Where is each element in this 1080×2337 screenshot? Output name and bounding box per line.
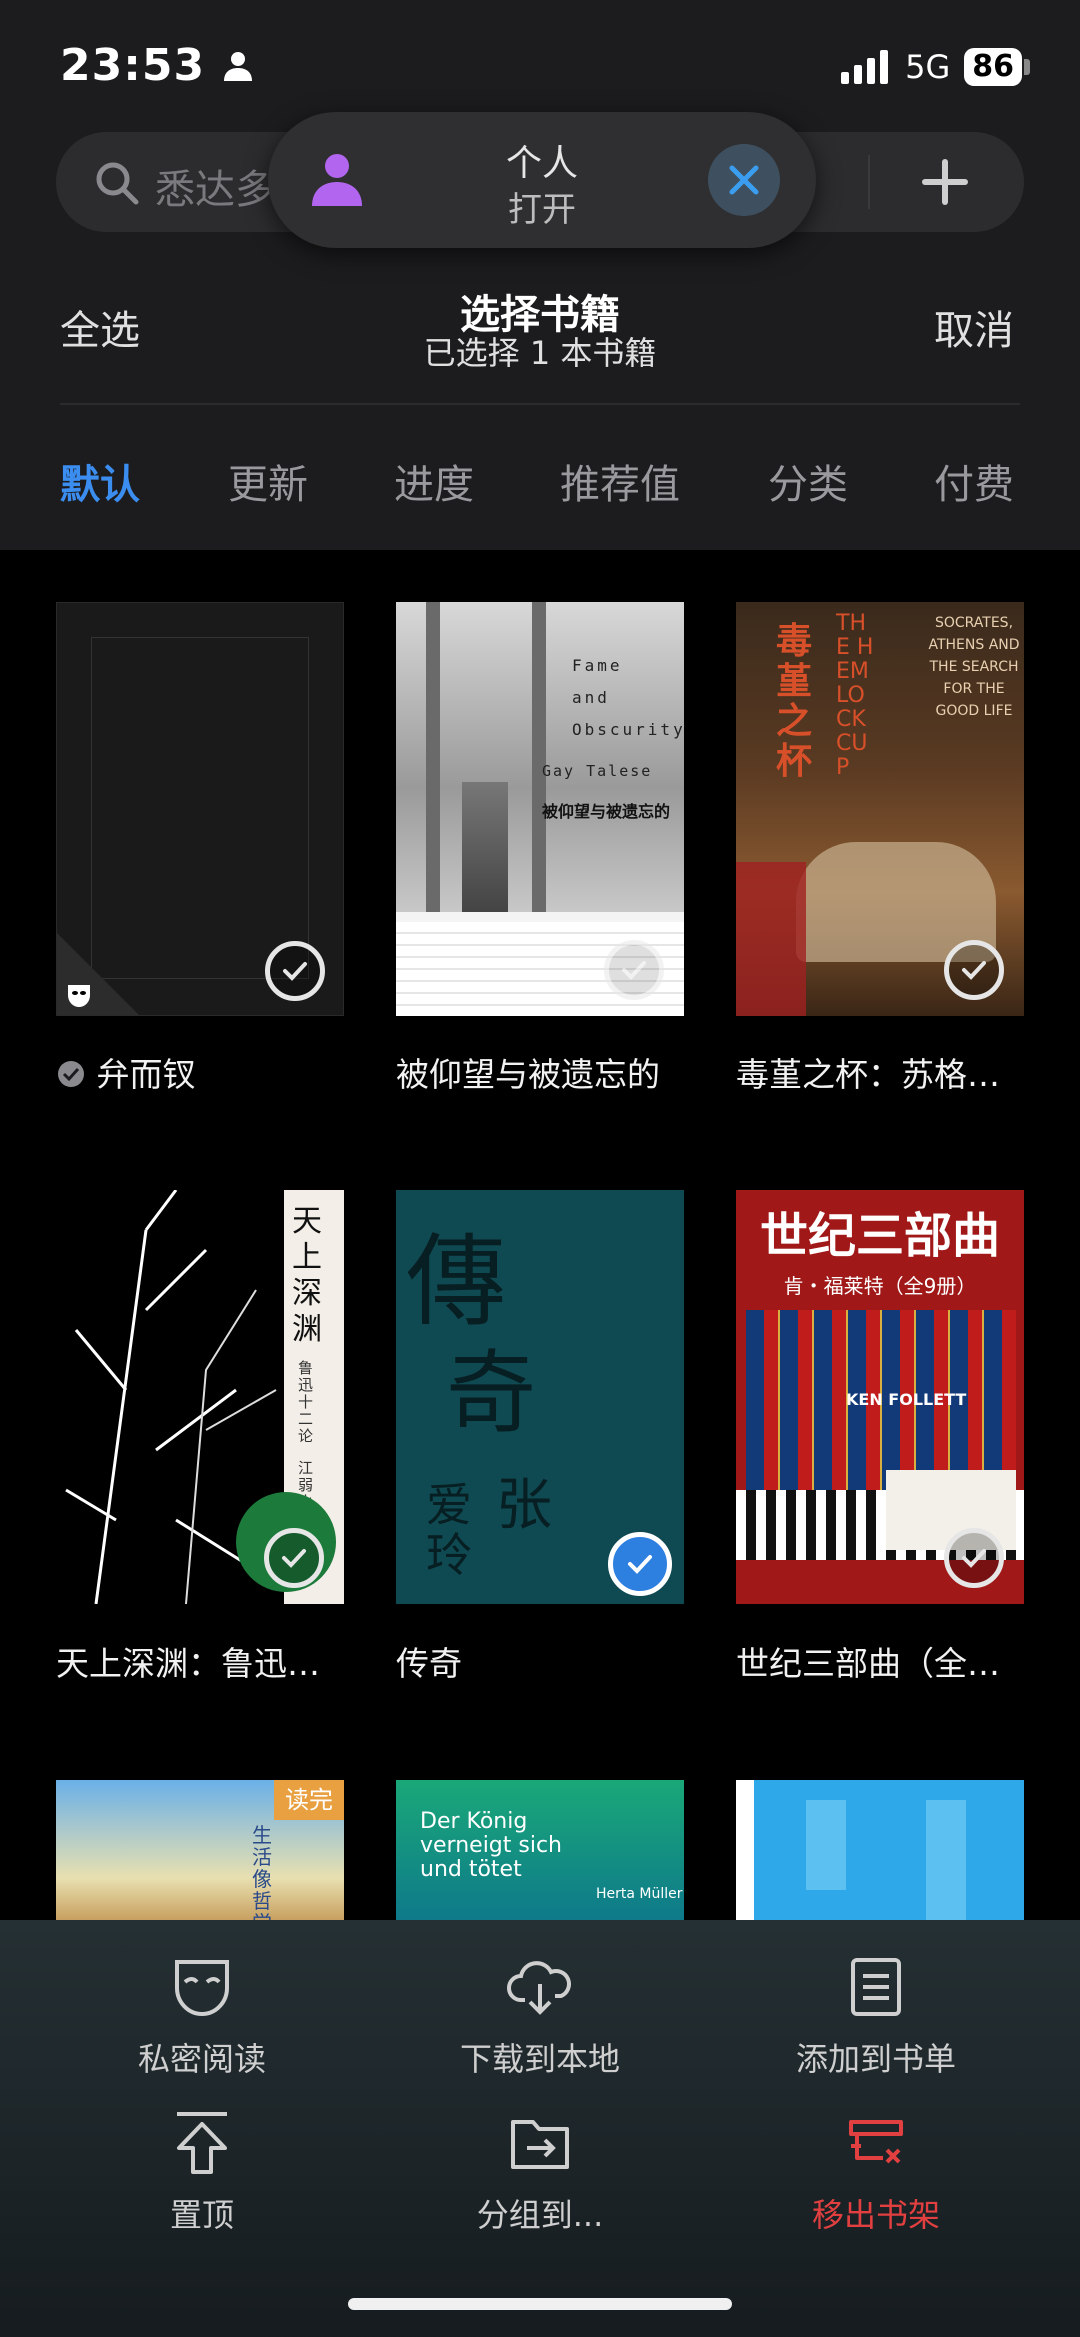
finished-badge: 读完 [274,1780,344,1820]
select-checkbox[interactable] [944,940,1004,1000]
cover-title-cn: 毒堇之杯 [776,621,813,782]
remove-from-shelf-button[interactable]: 移出书架 [736,2108,1016,2236]
search-input[interactable]: 悉达多 [155,157,275,215]
cover-subtitle: 鲁迅十二论 [298,1359,314,1445]
book-cover-1[interactable] [56,602,344,1016]
cover-title-en: Fame and Obscurity [572,656,684,739]
tab-recommend[interactable]: 推荐值 [560,452,680,510]
cover-author: Gay Talese [542,762,653,780]
book-title-2[interactable]: 被仰望与被遗忘的 [396,1048,660,1096]
cover-shape-2 [926,1800,966,1920]
book-title-6[interactable]: 世纪三部曲（全… [736,1637,1000,1685]
add-button[interactable] [900,140,990,224]
book-cover-5[interactable]: 傳 奇 张 爱玲 [396,1190,684,1604]
book-cover-4[interactable]: 天上深渊 鲁迅十二论 江弱水 [56,1190,344,1604]
book-cover-3[interactable]: 毒堇之杯 THE HEMLOCK CUP SOCRATES, ATHENS AN… [736,602,1024,1016]
painting-robe [736,862,806,1016]
network-type: 5G [905,48,951,86]
select-checkbox[interactable] [944,1528,1004,1588]
book-title-3[interactable]: 毒堇之杯：苏格… [736,1048,1000,1096]
cover-author: Herta Müller [596,1886,683,1902]
search-icon [96,162,139,205]
cover-color-block [754,1780,1024,1920]
cover-author-2: 爱玲 [426,1478,472,1582]
selection-count: 已选择 1 本书籍 [423,334,657,372]
cover-title-en: THE HEMLOCK CUP [836,611,874,780]
select-checkbox[interactable] [604,940,664,1000]
tab-category[interactable]: 分类 [768,452,848,510]
book-title-5[interactable]: 传奇 [396,1637,462,1685]
booklist-icon [851,1958,901,2016]
mask-icon [175,1960,229,2017]
cover-title-cn: 生活 像哲学家一样 [252,1823,272,1920]
cover-author: 肯・福莱特（全9册） [783,1274,977,1298]
book-cover-2[interactable]: Fame and Obscurity Gay Talese 被仰望与被遗忘的 [396,602,684,1016]
select-checkbox[interactable] [264,1528,324,1588]
pin-top-icon [177,2112,227,2174]
cover-frame [91,637,309,979]
tab-progress[interactable]: 进度 [394,452,474,510]
focus-close-button[interactable] [708,144,780,216]
header-divider [60,403,1020,405]
cover-title-en: Der König verneigt sich und tötet [420,1809,563,1882]
cover-title-cn: 世纪三部曲 [759,1208,1000,1264]
bridge-road [462,782,508,912]
download-local-button[interactable]: 下载到本地 [400,1952,680,2080]
search-divider [868,155,870,209]
cover-title-cn: 被仰望与被遗忘的 [542,802,671,821]
cover-subtitle-en: SOCRATES, ATHENS AND THE SEARCH FOR THE … [928,615,1020,719]
cover-title-2: 奇 [446,1341,536,1446]
signal-icon [841,50,889,84]
book-cover-8[interactable]: Der König verneigt sich und tötet Herta Mü… [396,1780,684,1920]
folder-move-icon [511,2120,569,2169]
status-indicators: 5G 86 [841,48,1030,86]
status-time: 23:53 [60,40,255,91]
book-cover-9[interactable] [736,1780,1024,1920]
private-read-button[interactable]: 私密阅读 [62,1952,342,2080]
book-title-1[interactable]: 弁而钗 [56,1048,196,1096]
person-icon [224,52,253,81]
cover-brand: KEN FOLLETT [846,1390,967,1409]
battery-icon [1024,59,1030,75]
add-to-booklist-button[interactable]: 添加到书单 [736,1952,1016,2080]
close-icon [729,165,759,195]
book-cover-7[interactable]: 读完 生活 像哲学家一样 [56,1780,344,1920]
private-badge-icon [58,1061,84,1087]
tab-updated[interactable]: 更新 [228,452,308,510]
home-indicator [348,2298,732,2310]
move-to-group-button[interactable]: 分组到... [400,2108,680,2236]
remove-shelf-icon [849,2120,903,2164]
focus-mode-banner[interactable]: 个人 打开 [268,112,816,248]
select-checkbox[interactable] [265,941,325,1001]
cover-shape-1 [806,1800,846,1890]
cover-title-cn: 天上深渊 [292,1204,322,1347]
cover-author-1: 张 [496,1473,552,1538]
tab-paid[interactable]: 付费 [934,452,1014,510]
battery-level: 86 [964,48,1022,86]
mask-icon [68,985,90,1007]
cancel-button[interactable]: 取消 [934,298,1014,356]
select-checkbox-checked[interactable] [608,1532,672,1596]
cloud-download-icon [507,1961,571,2015]
book-cover-6[interactable]: 世纪三部曲 肯・福莱特（全9册） KEN FOLLETT [736,1190,1024,1604]
pin-top-button[interactable]: 置顶 [62,2108,342,2236]
tab-default[interactable]: 默认 [60,452,140,510]
book-title-4[interactable]: 天上深渊：鲁迅… [56,1637,320,1685]
